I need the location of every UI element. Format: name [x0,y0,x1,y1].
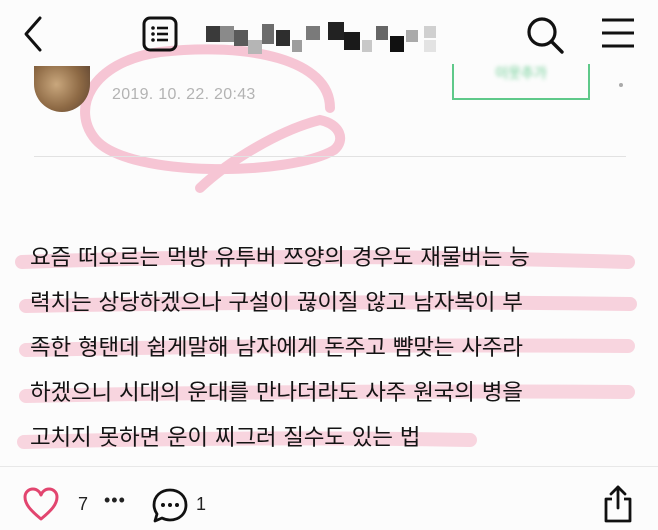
back-button[interactable] [18,14,54,54]
post-body-line: 력치는 상당하겠으나 구설이 끊이질 않고 남자복이 부 [30,290,523,316]
search-icon [527,17,564,54]
post-list-button[interactable] [142,16,178,52]
author-avatar[interactable] [34,66,90,112]
follow-button[interactable]: 이웃추가 [452,64,590,100]
comment-bubble-icon [152,488,188,523]
like-count: 7 [78,494,89,514]
blog-title-pixelated [198,18,448,58]
heart-icon [23,487,59,521]
share-icon [604,485,632,523]
share-button[interactable] [600,484,636,524]
comment-button[interactable] [150,486,190,526]
post-body-line: 하겠으니 시대의 운대를 만나더라도 사주 원국의 병을 [30,380,523,406]
more-options-icon[interactable] [619,83,623,87]
follow-button-label: 이웃추가 [495,65,547,81]
likers-more-button[interactable]: ••• [104,490,126,511]
comment-count: 1 [196,494,207,514]
blog-post-screen: 2019. 10. 22. 20:43 이웃추가 요즘 떠오르는 먹방 유투버 … [0,0,658,530]
search-button[interactable] [524,14,566,56]
post-date: 2019. 10. 22. 20:43 [112,86,256,103]
menu-button[interactable] [598,16,640,52]
post-body-line: 고치지 못하면 운이 찌그러 질수도 있는 법 [30,425,421,451]
list-icon [142,16,178,52]
top-navigation-bar [0,0,658,70]
post-body-line: 요즘 떠오르는 먹방 유투버 쯔양의 경우도 재물버는 능 [30,245,530,271]
hamburger-menu-icon [602,18,634,48]
post-body-line: 족한 형탠데 쉽게말해 남자에게 돈주고 뺨맞는 사주라 [30,335,523,361]
chevron-left-icon [24,16,42,52]
header-divider [34,156,626,157]
like-button[interactable] [22,486,60,522]
post-body: 요즘 떠오르는 먹방 유투버 쯔양의 경우도 재물버는 능 력치는 상당하겠으나… [30,236,640,461]
action-bar-divider [0,466,658,467]
